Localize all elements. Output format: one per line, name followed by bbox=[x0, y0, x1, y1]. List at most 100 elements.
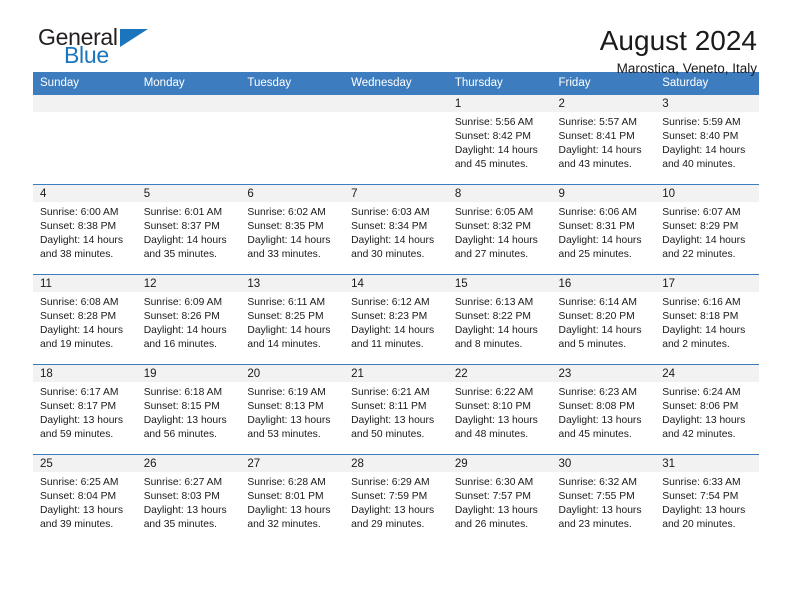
calendar-day-cell[interactable]: 10 Sunrise: 6:07 AM Sunset: 8:29 PM Dayligh… bbox=[655, 184, 759, 275]
calendar-day-cell[interactable]: 23 Sunrise: 6:23 AM Sunset: 8:08 PM Dayligh… bbox=[551, 364, 656, 455]
daylight-duration-line1: Daylight: 13 hours bbox=[454, 415, 538, 427]
daylight-duration-line1: Daylight: 14 hours bbox=[143, 235, 227, 247]
daylight-duration-line2: and 53 minutes. bbox=[247, 429, 321, 441]
sunrise-time: Sunrise: 6:23 AM bbox=[558, 387, 637, 398]
calendar-day-cell[interactable]: 4 Sunrise: 6:00 AM Sunset: 8:38 PM Daylight… bbox=[33, 184, 137, 275]
daylight-duration-line2: and 48 minutes. bbox=[454, 429, 529, 441]
calendar-day-cell[interactable]: 9 Sunrise: 6:06 AM Sunset: 8:31 PM Daylight… bbox=[551, 184, 656, 275]
sunset-time: Sunset: 8:18 PM bbox=[662, 311, 739, 323]
calendar-day-cell-empty bbox=[240, 95, 345, 185]
sunset-time: Sunset: 8:35 PM bbox=[247, 221, 324, 233]
day-sun-info: Sunrise: 6:21 AM Sunset: 8:11 PM Daylight:… bbox=[344, 382, 448, 442]
daylight-duration-line1: Daylight: 13 hours bbox=[662, 505, 746, 517]
day-sun-info: Sunrise: 6:13 AM Sunset: 8:22 PM Daylight:… bbox=[448, 292, 552, 352]
daylight-duration-line2: and 29 minutes. bbox=[351, 519, 425, 531]
calendar-day-cell[interactable]: 15 Sunrise: 6:13 AM Sunset: 8:22 PM Dayligh… bbox=[447, 274, 552, 365]
calendar-day-cell[interactable]: 16 Sunrise: 6:14 AM Sunset: 8:20 PM Dayligh… bbox=[551, 274, 656, 365]
calendar-day-cell[interactable]: 2 Sunrise: 5:57 AM Sunset: 8:41 PM Daylight… bbox=[551, 95, 656, 185]
sunrise-time: Sunrise: 6:27 AM bbox=[143, 477, 223, 488]
sunrise-time: Sunrise: 6:25 AM bbox=[40, 477, 119, 488]
day-number: 23 bbox=[551, 365, 656, 382]
daylight-duration-line2: and 26 minutes. bbox=[454, 519, 529, 531]
daylight-duration-line2: and 42 minutes. bbox=[662, 429, 736, 441]
day-sun-info: Sunrise: 6:32 AM Sunset: 7:55 PM Daylight:… bbox=[552, 472, 656, 532]
sunrise-time: Sunrise: 6:28 AM bbox=[247, 477, 326, 488]
day-sun-info: Sunrise: 6:19 AM Sunset: 8:13 PM Daylight:… bbox=[240, 382, 344, 442]
sunrise-time: Sunrise: 6:00 AM bbox=[40, 207, 119, 218]
calendar-day-cell[interactable]: 18 Sunrise: 6:17 AM Sunset: 8:17 PM Dayligh… bbox=[33, 364, 137, 455]
daylight-duration-line1: Daylight: 13 hours bbox=[143, 415, 227, 427]
calendar-day-cell[interactable]: 29 Sunrise: 6:30 AM Sunset: 7:57 PM Dayligh… bbox=[447, 454, 552, 544]
daylight-duration-line1: Daylight: 13 hours bbox=[454, 505, 538, 517]
day-sun-info: Sunrise: 6:16 AM Sunset: 8:18 PM Daylight:… bbox=[655, 292, 759, 352]
brand-logo[interactable]: General Blue bbox=[33, 26, 173, 72]
day-number: 2 bbox=[551, 95, 656, 112]
daylight-duration-line1: Daylight: 14 hours bbox=[247, 235, 331, 247]
calendar-day-cell-empty bbox=[136, 95, 241, 185]
sunset-time: Sunset: 7:57 PM bbox=[454, 491, 531, 503]
day-number bbox=[344, 95, 448, 112]
day-number: 3 bbox=[655, 95, 759, 112]
calendar-day-cell[interactable]: 1 Sunrise: 5:56 AM Sunset: 8:42 PM Daylight… bbox=[447, 95, 552, 185]
day-number: 14 bbox=[344, 275, 448, 292]
calendar-day-cell[interactable]: 12 Sunrise: 6:09 AM Sunset: 8:26 PM Dayligh… bbox=[136, 274, 241, 365]
day-number: 15 bbox=[447, 275, 552, 292]
day-sun-info: Sunrise: 5:59 AM Sunset: 8:40 PM Daylight:… bbox=[655, 112, 759, 172]
day-number: 12 bbox=[136, 275, 241, 292]
sunset-time: Sunset: 8:17 PM bbox=[40, 401, 117, 413]
sunset-time: Sunset: 8:10 PM bbox=[454, 401, 531, 413]
daylight-duration-line1: Daylight: 14 hours bbox=[662, 235, 746, 247]
calendar-day-cell[interactable]: 3 Sunrise: 5:59 AM Sunset: 8:40 PM Daylight… bbox=[655, 95, 759, 185]
calendar-day-cell[interactable]: 6 Sunrise: 6:02 AM Sunset: 8:35 PM Daylight… bbox=[240, 184, 345, 275]
calendar-day-cell[interactable]: 7 Sunrise: 6:03 AM Sunset: 8:34 PM Daylight… bbox=[344, 184, 448, 275]
sunset-time: Sunset: 8:04 PM bbox=[40, 491, 117, 503]
day-sun-info: Sunrise: 6:01 AM Sunset: 8:37 PM Daylight:… bbox=[137, 202, 241, 262]
day-sun-info: Sunrise: 6:33 AM Sunset: 7:54 PM Daylight:… bbox=[655, 472, 759, 532]
daylight-duration-line2: and 22 minutes. bbox=[662, 249, 736, 261]
day-sun-info: Sunrise: 6:29 AM Sunset: 7:59 PM Daylight:… bbox=[344, 472, 448, 532]
calendar-day-cell[interactable]: 14 Sunrise: 6:12 AM Sunset: 8:23 PM Dayligh… bbox=[344, 274, 448, 365]
calendar-day-cell[interactable]: 30 Sunrise: 6:32 AM Sunset: 7:55 PM Dayligh… bbox=[551, 454, 656, 544]
daylight-duration-line1: Daylight: 13 hours bbox=[143, 505, 227, 517]
day-sun-info: Sunrise: 6:03 AM Sunset: 8:34 PM Daylight:… bbox=[344, 202, 448, 262]
sunset-time: Sunset: 8:32 PM bbox=[454, 221, 531, 233]
day-number: 18 bbox=[33, 365, 137, 382]
daylight-duration-line1: Daylight: 13 hours bbox=[558, 505, 642, 517]
calendar-day-cell[interactable]: 8 Sunrise: 6:05 AM Sunset: 8:32 PM Daylight… bbox=[447, 184, 552, 275]
calendar-day-cell[interactable]: 11 Sunrise: 6:08 AM Sunset: 8:28 PM Dayligh… bbox=[33, 274, 137, 365]
calendar-day-cell[interactable]: 24 Sunrise: 6:24 AM Sunset: 8:06 PM Dayligh… bbox=[655, 364, 759, 455]
day-number: 17 bbox=[655, 275, 759, 292]
sunrise-time: Sunrise: 6:02 AM bbox=[247, 207, 326, 218]
weekday-header-monday: Monday bbox=[136, 72, 241, 95]
calendar-day-cell[interactable]: 13 Sunrise: 6:11 AM Sunset: 8:25 PM Dayligh… bbox=[240, 274, 345, 365]
calendar-day-cell[interactable]: 31 Sunrise: 6:33 AM Sunset: 7:54 PM Dayligh… bbox=[655, 454, 759, 544]
brand-name-blue: Blue bbox=[64, 42, 109, 68]
daylight-duration-line1: Daylight: 14 hours bbox=[662, 325, 746, 337]
day-number bbox=[136, 95, 241, 112]
calendar-day-cell[interactable]: 17 Sunrise: 6:16 AM Sunset: 8:18 PM Dayligh… bbox=[655, 274, 759, 365]
calendar-day-cell[interactable]: 5 Sunrise: 6:01 AM Sunset: 8:37 PM Daylight… bbox=[136, 184, 241, 275]
calendar-week-row: 1 Sunrise: 5:56 AM Sunset: 8:42 PM Daylight… bbox=[33, 95, 759, 185]
calendar-day-cell[interactable]: 22 Sunrise: 6:22 AM Sunset: 8:10 PM Dayligh… bbox=[447, 364, 552, 455]
calendar-day-cell[interactable]: 20 Sunrise: 6:19 AM Sunset: 8:13 PM Dayligh… bbox=[240, 364, 345, 455]
sunrise-time: Sunrise: 6:19 AM bbox=[247, 387, 326, 398]
calendar-day-cell[interactable]: 28 Sunrise: 6:29 AM Sunset: 7:59 PM Dayligh… bbox=[344, 454, 448, 544]
calendar-day-cell[interactable]: 26 Sunrise: 6:27 AM Sunset: 8:03 PM Dayligh… bbox=[136, 454, 241, 544]
sunrise-time: Sunrise: 6:16 AM bbox=[662, 297, 741, 308]
daylight-duration-line1: Daylight: 14 hours bbox=[40, 325, 123, 337]
calendar-day-cell[interactable]: 27 Sunrise: 6:28 AM Sunset: 8:01 PM Dayligh… bbox=[240, 454, 345, 544]
calendar-day-cell[interactable]: 25 Sunrise: 6:25 AM Sunset: 8:04 PM Dayligh… bbox=[33, 454, 137, 544]
sunrise-time: Sunrise: 6:01 AM bbox=[143, 207, 223, 218]
sunset-time: Sunset: 8:28 PM bbox=[40, 311, 117, 323]
calendar-day-cell[interactable]: 19 Sunrise: 6:18 AM Sunset: 8:15 PM Dayligh… bbox=[136, 364, 241, 455]
title-block: August 2024 Marostica, Veneto, Italy bbox=[600, 26, 759, 77]
calendar-day-cell[interactable]: 21 Sunrise: 6:21 AM Sunset: 8:11 PM Dayligh… bbox=[344, 364, 448, 455]
day-sun-info: Sunrise: 6:08 AM Sunset: 8:28 PM Daylight:… bbox=[33, 292, 137, 352]
daylight-duration-line2: and 19 minutes. bbox=[40, 339, 114, 351]
daylight-duration-line2: and 5 minutes. bbox=[558, 339, 627, 351]
sunrise-time: Sunrise: 6:14 AM bbox=[558, 297, 637, 308]
weekday-header-sunday: Sunday bbox=[33, 72, 137, 95]
daylight-duration-line2: and 30 minutes. bbox=[351, 249, 425, 261]
calendar-week-row: 4 Sunrise: 6:00 AM Sunset: 8:38 PM Daylight… bbox=[33, 184, 759, 275]
daylight-duration-line2: and 40 minutes. bbox=[662, 159, 736, 171]
